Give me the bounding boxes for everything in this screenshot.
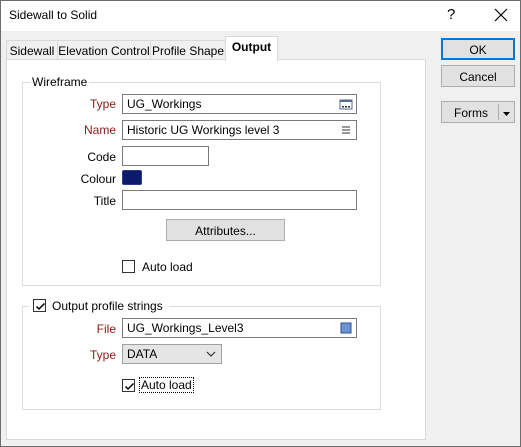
window-title: Sidewall to Solid [9,8,98,22]
tab-label: Sidewall [9,44,55,58]
output-profile-header: Output profile strings [29,298,169,314]
file-icon [340,322,352,334]
code-label: Code [87,150,116,164]
close-icon [494,8,508,22]
name-field[interactable]: Historic UG Workings level 3 [122,120,357,140]
forms-button[interactable]: Forms [441,101,515,123]
ok-button[interactable]: OK [441,38,515,60]
code-field[interactable] [122,146,209,166]
checkmark-icon [35,302,46,311]
help-button[interactable]: ? [447,6,455,23]
title-field[interactable] [122,190,357,210]
type-output-value: DATA [127,347,158,361]
close-button[interactable] [491,5,511,25]
type-value: UG_Workings [127,97,202,111]
output-auto-load-label: Auto load [139,377,194,393]
tab-sidewall[interactable]: Sidewall [6,40,58,60]
ok-button-label: OK [469,43,487,57]
wireframe-group-label: Wireframe [30,75,90,89]
chevron-down-icon [205,348,217,363]
cancel-button[interactable]: Cancel [441,65,515,87]
list-icon [342,126,350,134]
attributes-button-label: Attributes... [195,224,256,238]
type-field[interactable]: UG_Workings [122,94,357,114]
title-bar: Sidewall to Solid ? [1,1,520,31]
tab-output[interactable]: Output [225,36,278,61]
tab-label: Elevation Control [58,44,150,58]
name-label: Name [83,123,116,137]
output-profile-label: Output profile strings [52,299,163,313]
file-value: UG_Workings_Level3 [127,321,244,335]
name-value: Historic UG Workings level 3 [127,123,280,137]
tab-page-output: Wireframe Type UG_Workings Name Historic… [6,59,426,440]
forms-button-divider [498,104,499,120]
file-field[interactable]: UG_Workings_Level3 [122,318,357,338]
title-label: Title [93,194,116,208]
attributes-button[interactable]: Attributes... [166,219,285,241]
output-profile-checkbox[interactable] [33,299,46,312]
tab-profile-shape[interactable]: Profile Shape [150,40,226,60]
tab-label: Profile Shape [151,44,225,58]
tab-elevation-control[interactable]: Elevation Control [57,40,151,60]
checkmark-icon [124,382,135,391]
forms-dropdown-icon[interactable] [502,107,511,121]
output-auto-load-checkbox[interactable] [122,379,135,392]
forms-button-label: Forms [454,106,488,120]
type-browse-button[interactable] [338,96,354,112]
wireframe-auto-load-checkbox[interactable] [122,260,135,273]
type-label: Type [89,97,116,111]
colour-label: Colour [80,172,116,186]
type-output-label: Type [89,348,116,362]
file-browse-button[interactable] [338,320,354,336]
wireframe-auto-load-label: Auto load [142,260,193,274]
type-output-select[interactable]: DATA [122,344,222,364]
dialog-window: Sidewall to Solid ? Sidewall Elevation C… [0,0,521,447]
cancel-button-label: Cancel [459,70,497,84]
colour-swatch[interactable] [122,170,142,185]
browse-icon [339,99,353,110]
file-label: File [96,322,116,336]
name-list-button[interactable] [338,122,354,138]
tab-label: Output [231,40,272,54]
